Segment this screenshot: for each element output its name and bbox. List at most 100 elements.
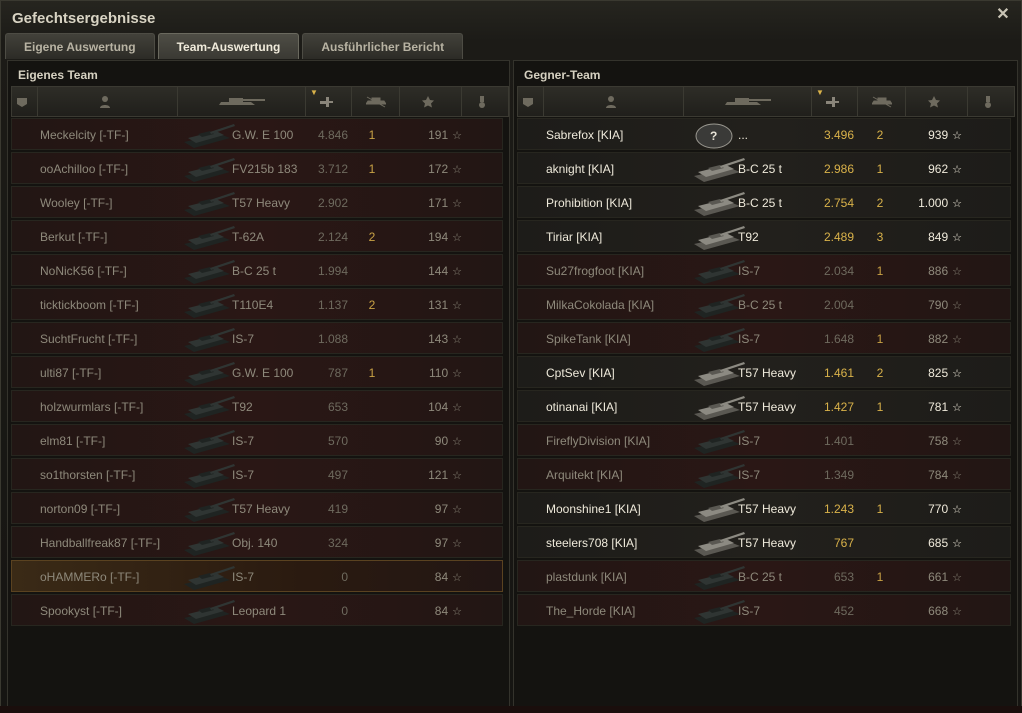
kills-count: 1 xyxy=(876,400,884,414)
tab-team-evaluation[interactable]: Team-Auswertung xyxy=(157,33,300,59)
column-header-player[interactable] xyxy=(544,87,684,116)
column-header-kills[interactable] xyxy=(858,87,906,116)
kills-count xyxy=(357,255,387,287)
player-row[interactable]: steelers708 [KIA] T57 Heavy 767 685 ☆ xyxy=(517,526,1011,558)
player-row[interactable]: so1thorsten [-TF-] IS-7 497 121 ☆ xyxy=(11,458,503,490)
player-row[interactable]: Handballfreak87 [-TF-] Obj. 140 324 97 ☆ xyxy=(11,526,503,558)
player-row[interactable]: Su27frogfoot [KIA] IS-7 2.034 1 886 ☆ xyxy=(517,254,1011,286)
kills-count xyxy=(357,459,387,491)
player-row[interactable]: FireflyDivision [KIA] IS-7 1.401 758 ☆ xyxy=(517,424,1011,456)
column-header-medal[interactable] xyxy=(968,87,1014,116)
player-row[interactable]: elm81 [-TF-] IS-7 570 90 ☆ xyxy=(11,424,503,456)
tank-name: T57 Heavy xyxy=(738,366,797,380)
column-header-squad[interactable] xyxy=(12,87,38,116)
star-icon: ☆ xyxy=(452,436,462,448)
tank-name: T92 xyxy=(738,230,759,244)
damage-points: 1.243 xyxy=(823,502,854,516)
player-name: plastdunk [KIA] xyxy=(546,570,627,584)
player-name: Su27frogfoot [KIA] xyxy=(546,264,645,278)
player-row[interactable]: norton09 [-TF-] T57 Heavy 419 97 ☆ xyxy=(11,492,503,524)
player-name: ulti87 [-TF-] xyxy=(40,366,102,380)
kills-count xyxy=(865,527,895,559)
tank-icon xyxy=(184,430,235,454)
column-header-player[interactable] xyxy=(38,87,178,116)
tank-image xyxy=(180,460,236,490)
svg-text:?: ? xyxy=(710,129,717,143)
damage-points: 2.489 xyxy=(823,230,854,244)
column-header-damage[interactable]: ▼ xyxy=(812,87,858,116)
player-row[interactable]: plastdunk [KIA] B-C 25 t 653 1 661 ☆ xyxy=(517,560,1011,592)
star-icon: ☆ xyxy=(452,402,462,414)
column-header-tank-header[interactable] xyxy=(684,87,812,116)
player-row[interactable]: Arquitekt [KIA] IS-7 1.349 784 ☆ xyxy=(517,458,1011,490)
experience-value: 172 ☆ xyxy=(402,153,462,185)
tab-own-evaluation[interactable]: Eigene Auswertung xyxy=(5,33,155,59)
experience-star-icon xyxy=(421,95,434,107)
player-row[interactable]: aknight [KIA] B-C 25 t 2.986 1 962 ☆ xyxy=(517,152,1011,184)
player-row[interactable]: Wooley [-TF-] T57 Heavy 2.902 171 ☆ xyxy=(11,186,503,218)
tank-image xyxy=(180,596,236,626)
tab-detailed-report[interactable]: Ausführlicher Bericht xyxy=(302,33,464,59)
player-row[interactable]: Prohibition [KIA] B-C 25 t 2.754 2 1.000 ☆ xyxy=(517,186,1011,218)
column-header-experience-star[interactable] xyxy=(400,87,462,116)
player-row[interactable]: Moonshine1 [KIA] T57 Heavy 1.243 1 770 ☆ xyxy=(517,492,1011,524)
kills-count xyxy=(357,493,387,525)
column-header-experience-star[interactable] xyxy=(906,87,968,116)
damage-points: 1.427 xyxy=(823,400,854,414)
player-row[interactable]: Meckelcity [-TF-] G.W. E 100 4.846 1 191 ☆ xyxy=(11,118,503,150)
tank-image xyxy=(180,528,236,558)
damage-points: 452 xyxy=(833,604,854,618)
damage-icon xyxy=(825,96,839,107)
player-row[interactable]: Berkut [-TF-] T-62A 2.124 2 194 ☆ xyxy=(11,220,503,252)
player-row[interactable]: The_Horde [KIA] IS-7 452 668 ☆ xyxy=(517,594,1011,626)
experience-value: 685 ☆ xyxy=(902,527,962,559)
tank-name: T110E4 xyxy=(232,298,274,312)
tank-name: B-C 25 t xyxy=(738,570,783,584)
damage-points: 1.994 xyxy=(317,264,348,278)
player-row[interactable]: Tiriar [KIA] T92 2.489 3 849 ☆ xyxy=(517,220,1011,252)
player-row[interactable]: CptSev [KIA] T57 Heavy 1.461 2 825 ☆ xyxy=(517,356,1011,388)
column-header-medal[interactable] xyxy=(462,87,508,116)
player-name: FireflyDivision [KIA] xyxy=(546,434,651,448)
player-row[interactable]: ulti87 [-TF-] G.W. E 100 787 1 110 ☆ xyxy=(11,356,503,388)
player-icon xyxy=(99,95,110,108)
column-header-kills[interactable] xyxy=(352,87,400,116)
player-name: norton09 [-TF-] xyxy=(40,502,121,516)
experience-number: 661 xyxy=(928,570,949,584)
close-icon[interactable]: ✕ xyxy=(995,7,1011,23)
column-header-tank-header[interactable] xyxy=(178,87,306,116)
player-row[interactable]: holzwurmlars [-TF-] T92 653 104 ☆ xyxy=(11,390,503,422)
experience-number: 825 xyxy=(928,366,949,380)
squad-icon xyxy=(522,97,533,107)
player-row[interactable]: oHAMMERo [-TF-] IS-7 0 84 ☆ xyxy=(11,560,503,592)
star-icon: ☆ xyxy=(952,130,962,142)
tank-name: B-C 25 t xyxy=(232,264,277,278)
kills-count: 1 xyxy=(876,264,884,278)
column-header-damage[interactable]: ▼ xyxy=(306,87,352,116)
experience-number: 97 xyxy=(434,502,449,516)
experience-number: 110 xyxy=(428,366,449,380)
player-row[interactable]: SpikeTank [KIA] IS-7 1.648 1 882 ☆ xyxy=(517,322,1011,354)
experience-value: 90 ☆ xyxy=(402,425,462,457)
kills-count xyxy=(357,187,387,219)
player-name: aknight [KIA] xyxy=(546,162,615,176)
tank-name: B-C 25 t xyxy=(738,298,783,312)
star-icon: ☆ xyxy=(952,232,962,244)
player-row[interactable]: Spookyst [-TF-] Leopard 1 0 84 ☆ xyxy=(11,594,503,626)
experience-value: 84 ☆ xyxy=(402,595,462,627)
tank-name: B-C 25 t xyxy=(738,162,783,176)
star-icon: ☆ xyxy=(452,470,462,482)
damage-points: 324 xyxy=(327,536,348,550)
player-row[interactable]: ooAchilloo [-TF-] FV215b 183 3.712 1 172 ☆ xyxy=(11,152,503,184)
sort-indicator-icon: ▼ xyxy=(816,88,824,97)
player-row[interactable]: NoNicK56 [-TF-] B-C 25 t 1.994 144 ☆ xyxy=(11,254,503,286)
player-row[interactable]: Sabrefox [KIA]?... 3.496 2 939 ☆ xyxy=(517,118,1011,150)
column-header-squad[interactable] xyxy=(518,87,544,116)
kills-count: 2 xyxy=(368,298,376,312)
experience-value: 110 ☆ xyxy=(402,357,462,389)
player-row[interactable]: ticktickboom [-TF-] T110E4 1.137 2 131 ☆ xyxy=(11,288,503,320)
player-row[interactable]: SuchtFrucht [-TF-] IS-7 1.088 143 ☆ xyxy=(11,322,503,354)
player-row[interactable]: otinanai [KIA] T57 Heavy 1.427 1 781 ☆ xyxy=(517,390,1011,422)
player-row[interactable]: MilkaCokolada [KIA] B-C 25 t 2.004 790 ☆ xyxy=(517,288,1011,320)
experience-value: 661 ☆ xyxy=(902,561,962,593)
